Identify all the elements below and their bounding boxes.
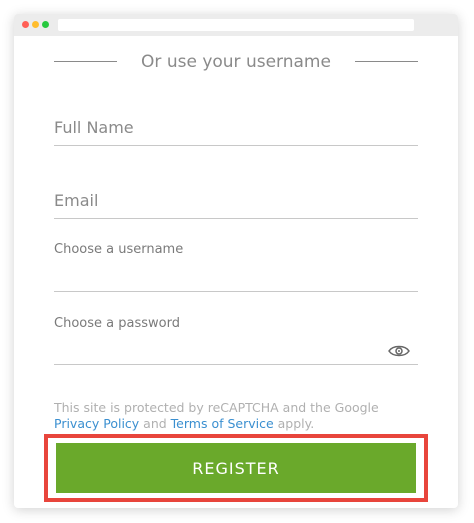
email-underline	[54, 218, 418, 219]
browser-window: Or use your username Full Name Email Cho…	[14, 14, 458, 508]
email-field[interactable]: Email	[54, 185, 418, 219]
legal-suffix: apply.	[273, 416, 315, 431]
maximize-window-icon[interactable]	[42, 21, 49, 28]
username-underline	[54, 291, 418, 292]
password-underline	[54, 364, 418, 365]
full-name-placeholder: Full Name	[54, 118, 134, 137]
email-placeholder: Email	[54, 191, 99, 210]
eye-icon[interactable]	[388, 344, 410, 358]
legal-prefix: This site is protected by reCAPTCHA and …	[54, 400, 379, 415]
full-name-field[interactable]: Full Name	[54, 112, 418, 146]
password-label: Choose a password	[54, 316, 180, 331]
register-highlight-box: REGISTER	[44, 434, 428, 502]
legal-middle: and	[139, 416, 171, 431]
username-field[interactable]: Choose a username	[54, 242, 418, 292]
title-bar	[14, 14, 458, 36]
divider-line-right	[355, 61, 418, 62]
alternative-signup-divider: Or use your username	[54, 50, 418, 74]
username-label: Choose a username	[54, 242, 184, 257]
close-window-icon[interactable]	[22, 21, 29, 28]
minimize-window-icon[interactable]	[32, 21, 39, 28]
divider-line-left	[54, 61, 117, 62]
register-button[interactable]: REGISTER	[56, 443, 416, 493]
terms-of-service-link[interactable]: Terms of Service	[171, 416, 274, 431]
full-name-underline	[54, 145, 418, 146]
address-bar[interactable]	[58, 19, 414, 31]
password-field[interactable]: Choose a password	[54, 316, 418, 365]
recaptcha-notice: This site is protected by reCAPTCHA and …	[54, 400, 418, 432]
divider-text: Or use your username	[141, 52, 331, 72]
privacy-policy-link[interactable]: Privacy Policy	[54, 416, 139, 431]
